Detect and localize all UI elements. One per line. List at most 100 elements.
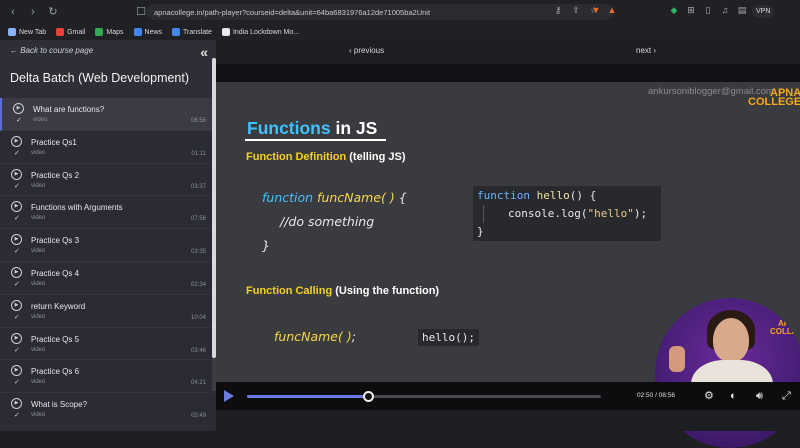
example-sig: () { [569,189,597,202]
lesson-item[interactable]: ▶ ✓ What are functions? video 06:56 [0,98,212,131]
settings-gear-icon[interactable]: ⚙ [704,390,714,402]
lesson-item[interactable]: ▶ ✓ Practice Qs 6 video 04:21 [0,360,212,394]
lesson-duration: 10:04 [190,314,206,321]
tablet-icon[interactable]: ▯ [702,4,714,16]
sidebar-header: ← Back to course page « Delta Batch (Web… [0,40,216,98]
volume-icon[interactable]: 🔊︎ [756,390,763,402]
lesson-item[interactable]: ▶ ✓ What is Scope? video 05:49 [0,393,212,426]
lesson-duration: 03:46 [190,347,206,354]
presenter-hand [669,346,685,372]
example-close: } [477,225,484,238]
bookmark-item[interactable]: Gmail [56,28,85,36]
presenter-face [713,318,749,362]
seek-bar[interactable] [247,391,601,402]
lesson-title: Practice Qs 5 [31,334,80,344]
lesson-item[interactable]: ▶ ✓ Practice Qs 3 video 03:35 [0,229,212,262]
lesson-item[interactable]: ▶ ✓ Practice Qs1 video 01:11 [0,131,212,164]
calling-heading-main: Function Calling [246,285,333,297]
brave-rewards-icon[interactable]: ▲ [606,4,618,16]
music-icon[interactable]: ♫ [719,4,731,16]
brave-shield-icon[interactable]: ▼ [590,4,602,16]
lesson-title: Practice Qs 2 [31,170,80,180]
fullscreen-icon[interactable]: ⤢ [782,390,791,402]
lesson-type: video [31,379,46,386]
lesson-title: Practice Qs 6 [31,367,80,377]
slide-title-main: Functions [247,118,331,138]
play-icon[interactable] [224,390,234,402]
seek-bar-progress [247,395,369,398]
video-bottom-band [216,410,800,431]
url-text: apnacollege.in/path-player?courseid=delt… [154,7,431,17]
lesson-type: video [31,248,46,255]
bookmark-label: New Tab [19,28,47,36]
collapse-sidebar-icon[interactable]: « [200,44,208,60]
checkmark-icon: ✓ [14,149,20,157]
bookmark-item[interactable]: India Lockdown Mo... [221,28,299,36]
lesson-type: video [31,280,46,287]
checkmark-icon: ✓ [16,117,22,124]
play-circle-icon: ▶ [11,168,22,180]
syntax-keyword: function [262,190,318,205]
bookmark-label: Maps [106,28,124,36]
play-circle-icon: ▶ [11,135,22,147]
lesson-type: video [31,149,46,156]
lesson-item[interactable]: ▶ ✓ Practice Qs 5 video 03:46 [0,328,212,361]
syntax-brace: { [394,190,407,205]
key-icon[interactable]: ⚷ [552,4,564,16]
calling-example: hello(); [418,329,479,346]
lesson-item[interactable]: ▶ ✓ return Keyword video 10:04 [0,295,212,328]
lesson-type: video [31,412,46,419]
definition-heading: Function Definition (telling JS) [246,151,405,163]
bookmark-favicon-icon [172,28,181,36]
seek-handle[interactable] [363,391,375,402]
play-circle-icon: ▶ [11,201,22,213]
lesson-duration: 03:35 [190,249,206,256]
bookmark-item[interactable]: News [133,28,162,36]
previous-button[interactable]: ‹ previous [349,46,384,55]
lesson-type: video [31,215,46,222]
bookmark-favicon-icon [8,28,16,36]
forward-arrow-icon[interactable]: › [26,5,40,19]
lesson-duration: 01:11 [191,150,206,157]
calling-fn-name: funcName( ) [274,329,352,344]
lesson-item[interactable]: ▶ ✓ Functions with Arguments video 07:56 [0,196,212,230]
bookmark-item[interactable]: Translate [172,28,212,36]
example-keyword: function [477,189,537,202]
lesson-title: What are functions? [33,105,105,114]
title-underline [245,139,386,141]
lesson-type: video [33,117,48,123]
play-circle-icon: ▶ [11,299,22,311]
extension-icons: ◆ ⊞ ▯ ♫ ▤ [668,4,748,16]
definition-heading-rest: (telling JS) [346,151,406,163]
lesson-type: video [31,346,46,353]
back-arrow-icon[interactable]: ‹ [6,5,20,19]
vpn-button[interactable]: VPN [752,5,775,18]
bookmark-favicon-icon [95,28,104,36]
reload-icon[interactable]: ↻ [46,5,60,19]
toggle-icon[interactable]: ◐ [730,390,737,402]
video-controls: 02:50 / 08:56 ⚙ ◐ 🔊︎ ⤢ [216,382,800,410]
lesson-list: ▶ ✓ What are functions? video 06:56 ▶ ✓ Practic… [0,98,212,426]
slide-title: Functions in JS [247,118,377,139]
back-to-course-link[interactable]: ← Back to course page [10,46,206,55]
sidebar-icon[interactable]: ▤ [736,4,748,16]
checkmark-icon: ✓ [14,379,20,387]
course-title: Delta Batch (Web Development) [10,71,190,85]
lesson-duration: 05:49 [190,413,206,420]
lesson-duration: 03:37 [190,183,206,190]
share-icon[interactable]: ⇪ [570,4,582,16]
lesson-item[interactable]: ▶ ✓ Practice Qs 2 video 03:37 [0,164,212,197]
puzzle-icon[interactable]: ⊞ [685,4,697,16]
bookmark-item[interactable]: Maps [95,28,124,36]
lesson-item[interactable]: ▶ ✓ Practice Qs 4 video 02:34 [0,262,212,295]
address-bar[interactable]: apnacollege.in/path-player?courseid=delt… [146,4,614,20]
play-circle-icon: ▶ [11,234,22,246]
syntax-close: } [262,238,270,253]
next-button[interactable]: next › [636,46,656,55]
lesson-duration: 02:34 [190,281,206,288]
calling-semicolon: ; [351,329,356,344]
bookmark-item[interactable]: New Tab [8,28,46,36]
extension-icon[interactable]: ◆ [668,4,680,16]
example-fn-name: hello [536,189,570,202]
browser-chrome: ‹ › ↻ ☐ apnacollege.in/path-player?cours… [0,0,800,40]
